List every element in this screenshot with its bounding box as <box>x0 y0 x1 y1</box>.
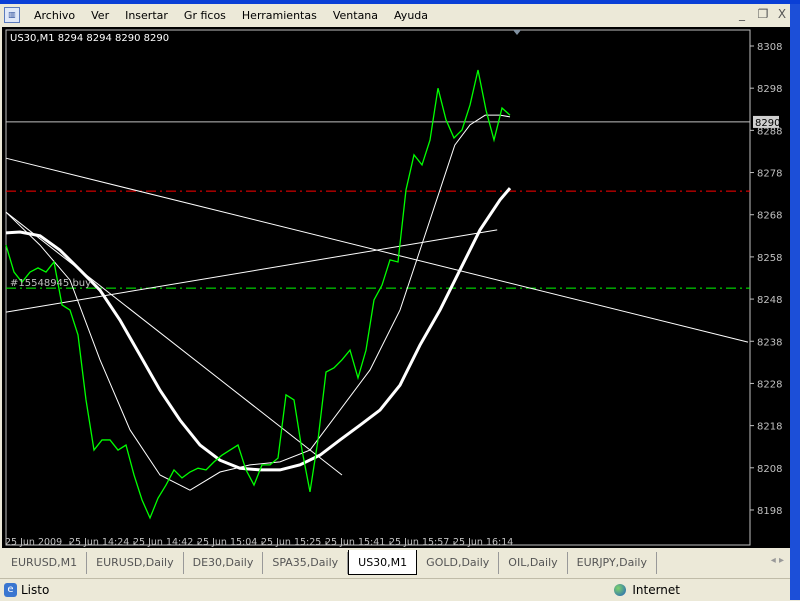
restore-button[interactable]: ❐ <box>754 6 772 22</box>
price-tick-label: 8228 <box>757 379 782 390</box>
tab-oil-daily[interactable]: OIL,Daily <box>499 552 568 574</box>
price-line <box>5 69 511 520</box>
menu-insertar[interactable]: Insertar <box>117 9 176 22</box>
price-tick-label: 8198 <box>757 506 782 517</box>
chart-window[interactable]: 8308 8298 8288 8278 8268 8258 8248 8238 8228 8218… <box>2 27 790 548</box>
tab-spa35-daily[interactable]: SPA35,Daily <box>263 552 349 574</box>
time-tick-label: 25 Jun 15:25 <box>261 537 321 548</box>
price-tick-label: 8218 <box>757 422 782 433</box>
time-tick-label: 25 Jun 2009 <box>5 537 62 548</box>
tab-eurusd-m1[interactable]: EURUSD,M1 <box>2 552 88 574</box>
price-tick-label: 8258 <box>757 253 782 264</box>
chart-header: US30,M1 8294 8294 8290 8290 <box>10 33 169 44</box>
chart-tabs: EURUSD,M1 EURUSD,Daily DE30,Daily SPA35,Dai… <box>2 550 790 575</box>
menu-ayuda[interactable]: Ayuda <box>386 9 436 22</box>
ie-icon: e <box>4 583 17 597</box>
tab-us30-m1[interactable]: US30,M1 <box>348 550 418 575</box>
time-tick-label: 25 Jun 16:14 <box>453 537 513 548</box>
price-tick-label: 8248 <box>757 295 782 306</box>
status-zone: Internet <box>632 583 680 597</box>
app-icon[interactable]: ▥ <box>4 7 20 23</box>
status-bar: e Listo Internet <box>0 578 790 601</box>
current-price-label: 8290 <box>755 118 780 129</box>
time-tick-label: 25 Jun 15:57 <box>389 537 449 548</box>
tab-gold-daily[interactable]: GOLD,Daily <box>417 552 500 574</box>
order-label: #15548945 buy <box>10 278 91 289</box>
menu-graficos[interactable]: Gr ficos <box>176 9 234 22</box>
menu-ventana[interactable]: Ventana <box>325 9 386 22</box>
close-button[interactable]: X <box>773 6 791 22</box>
fast-moving-average-line <box>5 114 511 491</box>
price-tick-label: 8268 <box>757 211 782 222</box>
menu-ver[interactable]: Ver <box>83 9 117 22</box>
trendline-3 <box>5 211 343 476</box>
time-tick-label: 25 Jun 15:04 <box>197 537 257 548</box>
price-tick-label: 8298 <box>757 84 782 95</box>
tab-eurusd-daily[interactable]: EURUSD,Daily <box>87 552 184 574</box>
window-border <box>790 4 800 600</box>
price-tick-label: 8278 <box>757 169 782 180</box>
status-text: Listo <box>21 583 50 597</box>
time-tick-label: 25 Jun 15:41 <box>325 537 385 548</box>
time-tick-label: 25 Jun 14:42 <box>133 537 193 548</box>
price-tick-label: 8308 <box>757 42 782 53</box>
menu-herramientas[interactable]: Herramientas <box>234 9 325 22</box>
price-chart[interactable]: 8308829882888278826882588248823882288218… <box>2 27 790 548</box>
slow-moving-average-line <box>5 187 512 472</box>
time-tick-label: 25 Jun 14:24 <box>69 537 129 548</box>
tab-scroll-arrows-icon[interactable]: ◂ ▸ <box>771 550 784 566</box>
tab-de30-daily[interactable]: DE30,Daily <box>184 552 264 574</box>
menu-archivo[interactable]: Archivo <box>26 9 83 22</box>
price-tick-label: 8238 <box>757 337 782 348</box>
chart-frame <box>5 29 751 546</box>
chart-shift-marker-icon[interactable] <box>513 30 521 35</box>
globe-icon <box>614 584 627 596</box>
minimize-button[interactable]: _ <box>733 6 751 22</box>
price-tick-label: 8208 <box>757 464 782 475</box>
tab-eurjpy-daily[interactable]: EURJPY,Daily <box>568 552 658 574</box>
menu-bar: ▥ Archivo Ver Insertar Gr ficos Herramie… <box>0 4 790 26</box>
